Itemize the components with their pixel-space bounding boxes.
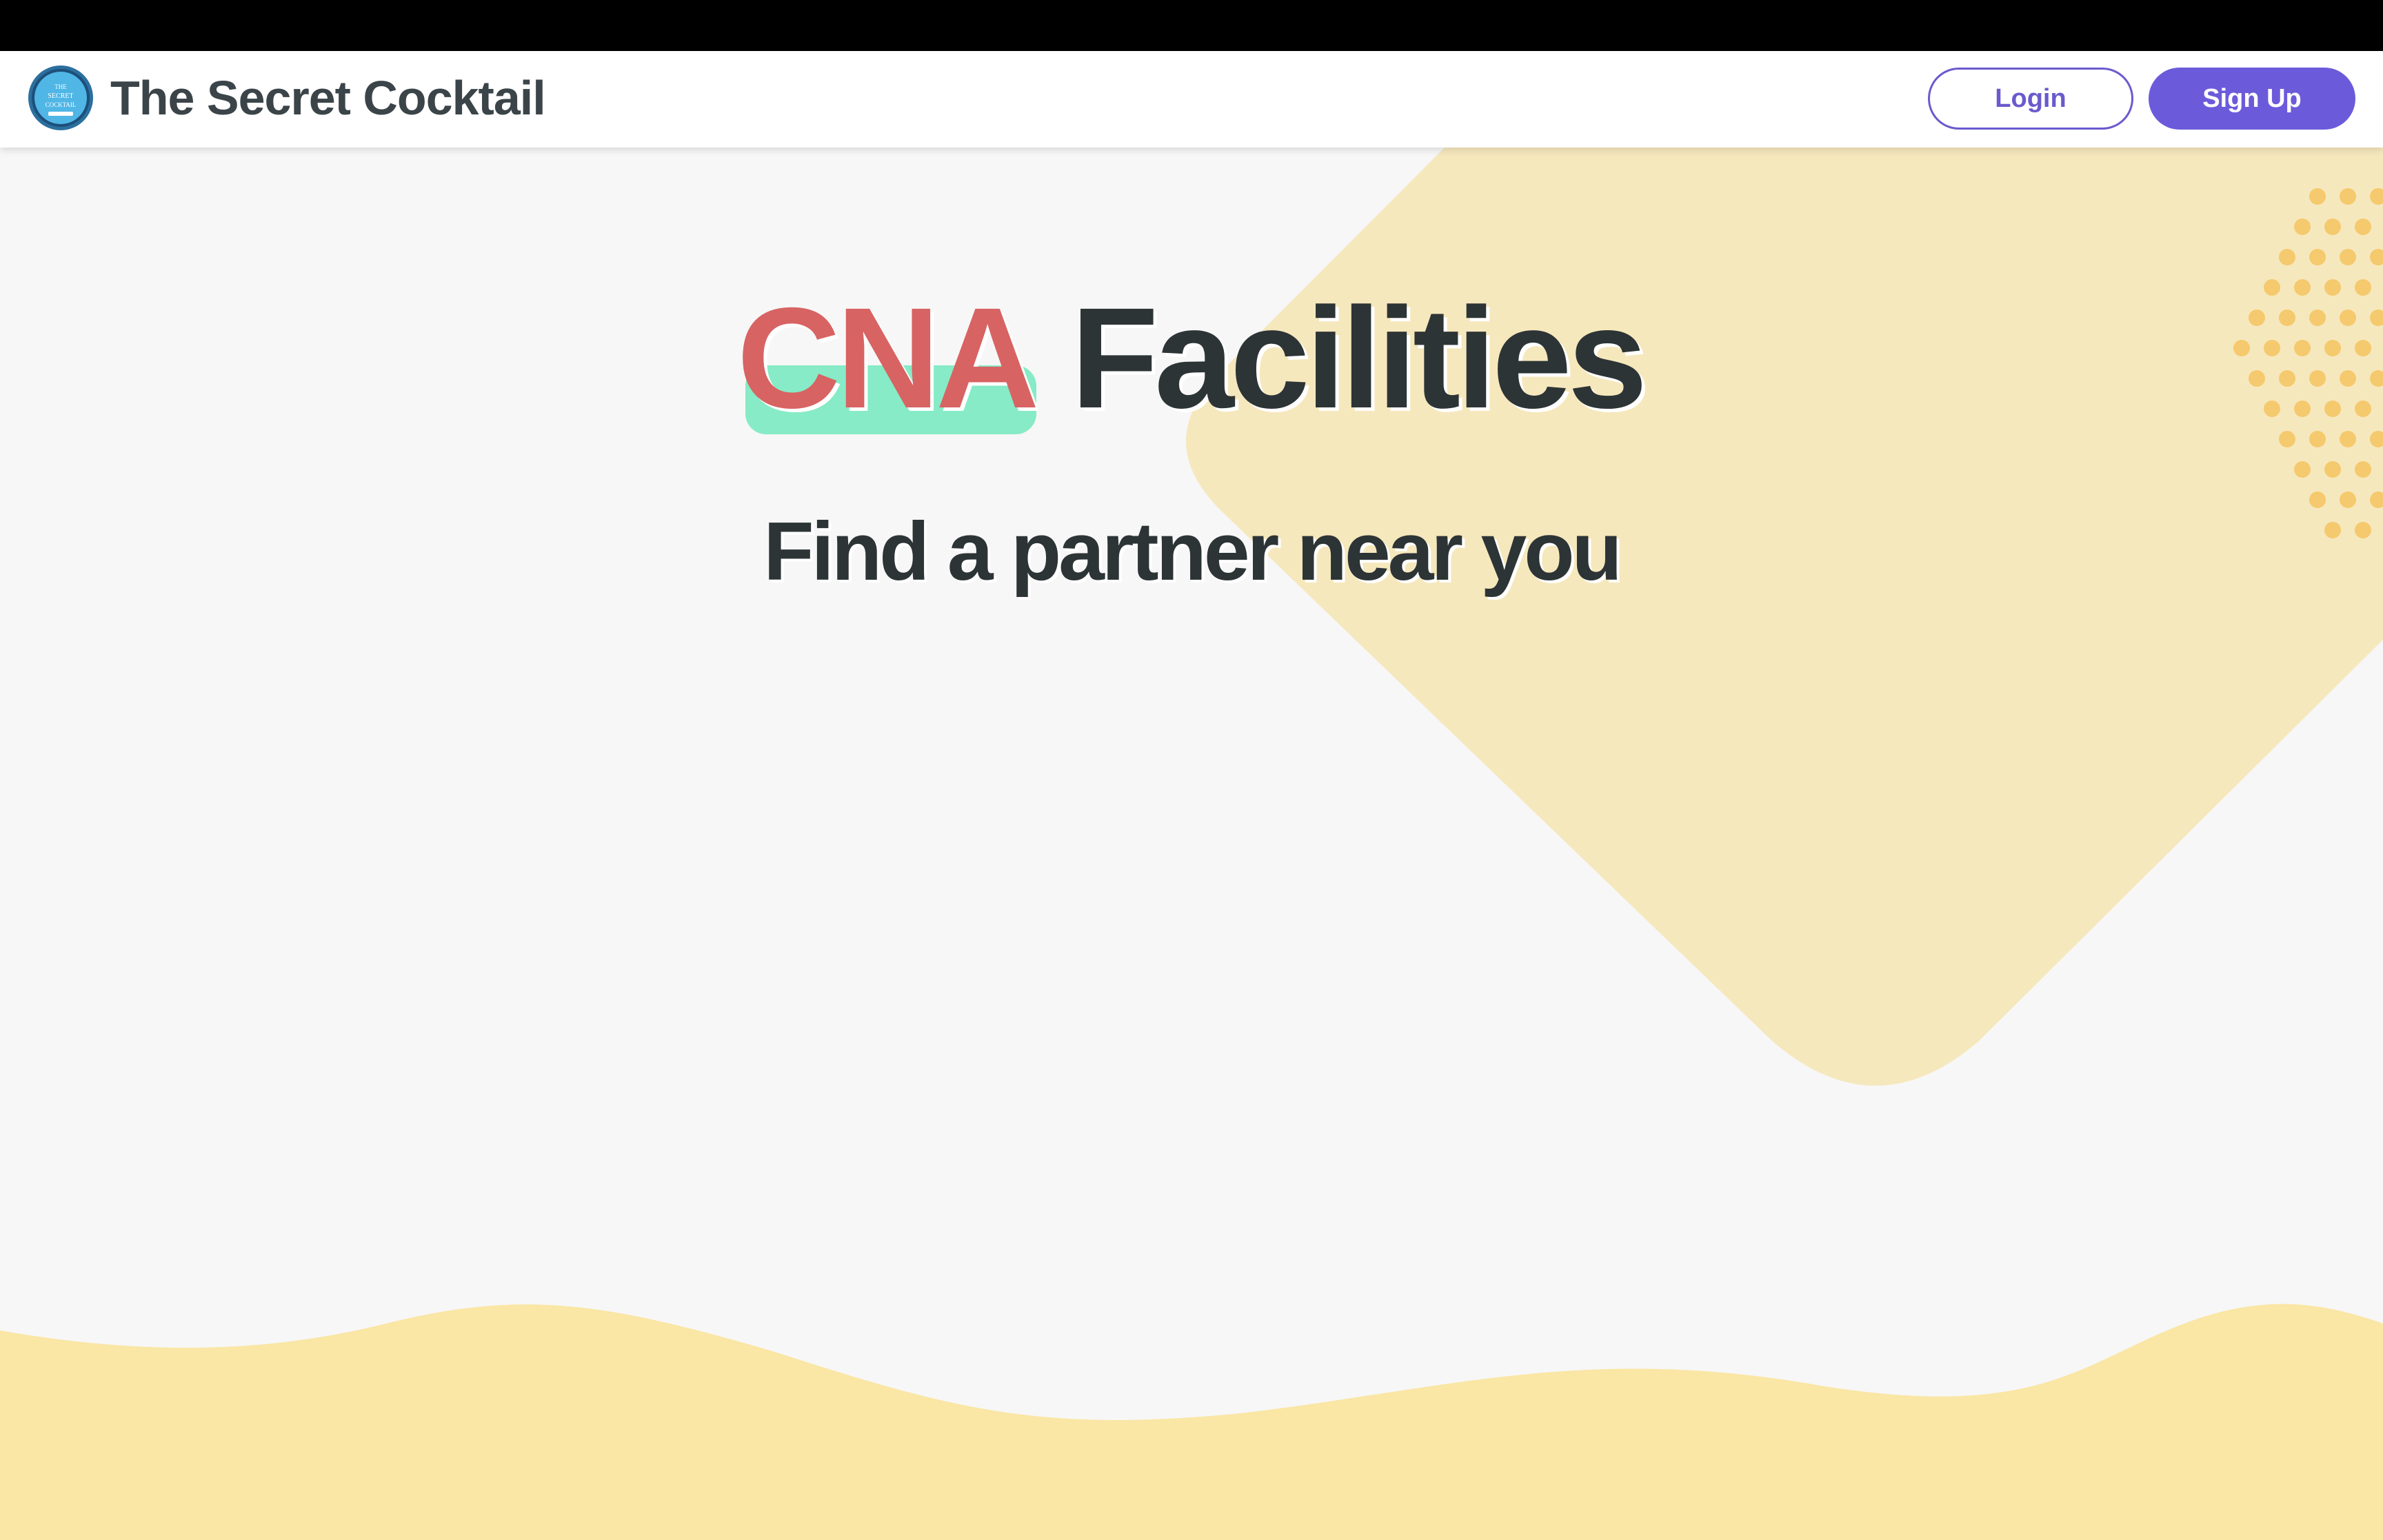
decor-dot xyxy=(2340,188,2356,205)
decor-dot xyxy=(2324,461,2341,478)
decor-dot xyxy=(2324,219,2341,235)
signup-button[interactable]: Sign Up xyxy=(2149,68,2355,130)
hero-subtitle: Find a partner near you xyxy=(763,505,1622,598)
hero-title-highlight: CNA xyxy=(736,276,1040,441)
logo-text-line-1: THE xyxy=(54,83,67,90)
decor-dot xyxy=(2294,461,2311,478)
decor-dot xyxy=(2340,249,2356,265)
decor-dot xyxy=(2355,461,2371,478)
decor-dot xyxy=(2279,249,2295,265)
decor-dot xyxy=(2294,219,2311,235)
background-decoration xyxy=(0,148,2383,1540)
decor-dot xyxy=(2309,249,2326,265)
brand-name[interactable]: The Secret Cocktail xyxy=(110,68,546,128)
login-button[interactable]: Login xyxy=(1928,68,2133,130)
logo-text-line-3: COCKTAIL xyxy=(46,101,77,108)
decor-dot xyxy=(2355,219,2371,235)
hero-title: CNA Facilities xyxy=(0,276,2383,441)
bottom-wave-shape xyxy=(0,1304,2383,1540)
hero-title-highlight-text: CNA xyxy=(736,278,1040,438)
decor-dot xyxy=(2309,188,2326,205)
brand-logo[interactable]: THE SECRET COCKTAIL xyxy=(28,65,94,131)
hero-title-rest-text: Facilities xyxy=(1071,278,1647,438)
logo-text-line-2: SECRET xyxy=(48,92,73,100)
